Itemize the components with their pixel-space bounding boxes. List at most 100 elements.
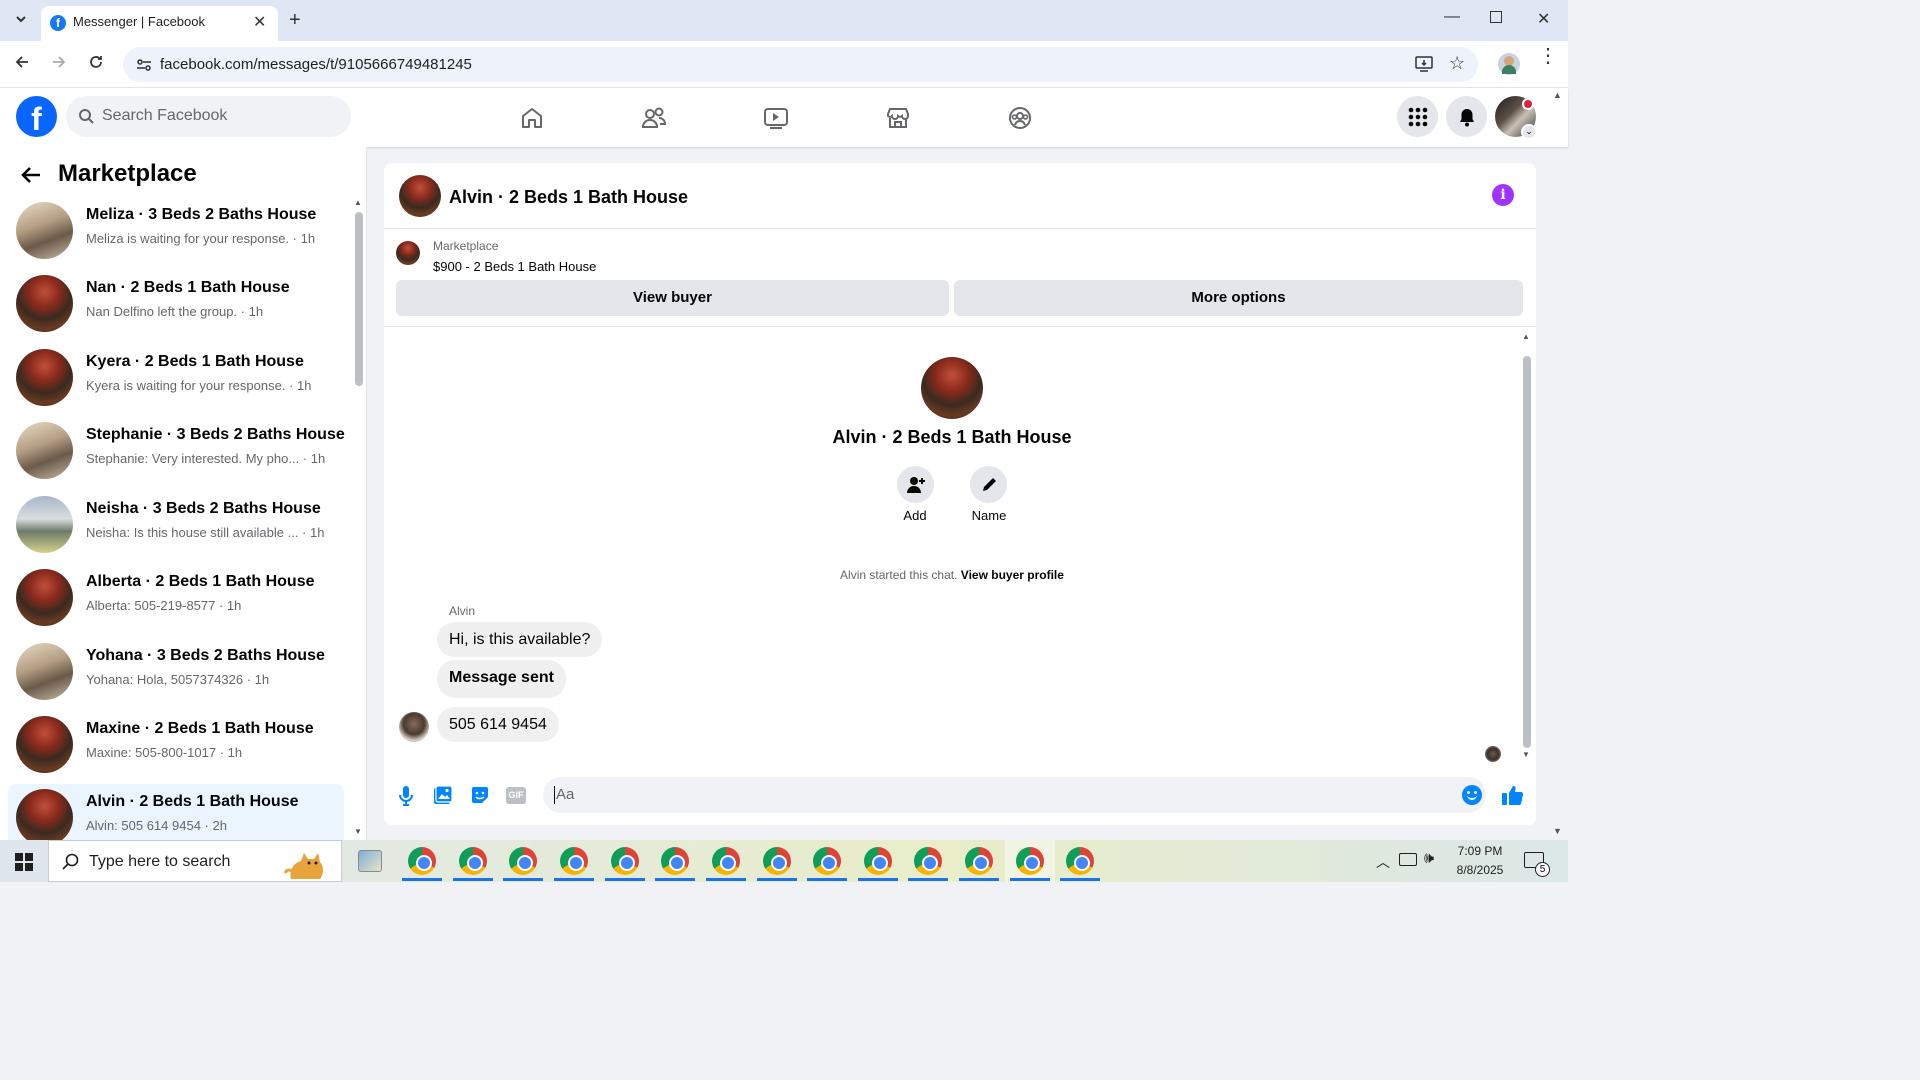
name-label[interactable]: Name — [959, 508, 1019, 523]
message-composer-input[interactable]: Aa — [543, 777, 1486, 813]
taskbar-search-box[interactable]: Type here to search — [48, 840, 342, 882]
taskbar-chrome-icon[interactable] — [560, 847, 588, 875]
forward-icon[interactable] — [43, 47, 75, 82]
info-icon[interactable]: i — [1492, 184, 1514, 206]
show-hidden-icons-chevron-icon[interactable]: ︿ — [1376, 852, 1390, 872]
conversation-item[interactable]: Kyera · 2 Beds 1 Bath House Kyera is wai… — [8, 344, 344, 414]
taskbar-chrome-icon[interactable] — [763, 847, 791, 875]
profile-avatar-icon[interactable] — [1498, 53, 1520, 75]
more-options-button[interactable]: More options — [954, 280, 1523, 316]
chat-scrollbar-thumb[interactable] — [1523, 356, 1531, 748]
chat-scroll-up-icon[interactable]: ▲ — [1522, 332, 1530, 341]
conversation-title: Nan · 2 Beds 1 Bath House — [86, 279, 290, 296]
account-chevron-icon[interactable]: ⌄ — [1521, 124, 1537, 140]
view-buyer-button[interactable]: View buyer — [396, 280, 949, 316]
windows-start-icon[interactable] — [15, 853, 33, 871]
message-bubble[interactable]: Message sent — [437, 660, 566, 698]
url-text[interactable]: facebook.com/messages/t/9105666749481245 — [160, 56, 472, 73]
conversation-title: Maxine · 2 Beds 1 Bath House — [86, 720, 314, 737]
page-scroll-down-icon[interactable]: ▼ — [1553, 826, 1562, 836]
site-settings-icon[interactable] — [136, 57, 152, 78]
conversation-title: Yohana · 3 Beds 2 Baths House — [86, 647, 325, 664]
add-label[interactable]: Add — [885, 508, 945, 523]
taskbar-chrome-icon[interactable] — [611, 847, 639, 875]
like-icon[interactable] — [1501, 783, 1525, 812]
tab-close-icon[interactable]: ✕ — [253, 12, 266, 32]
page-scroll-up-icon[interactable]: ▲ — [1553, 90, 1562, 100]
facebook-search-input[interactable]: Search Facebook — [66, 96, 351, 137]
conversation-preview: Maxine: 505-800-1017 · 1h — [86, 745, 243, 760]
facebook-favicon-icon: f — [50, 15, 66, 31]
restore-icon[interactable] — [1490, 11, 1502, 23]
back-icon[interactable] — [6, 47, 38, 82]
browser-tab-bar: f Messenger | Facebook ✕ + — ✕ — [0, 0, 1568, 41]
sidebar-scroll-up-icon[interactable]: ▲ — [354, 198, 362, 207]
sender-avatar[interactable] — [399, 712, 429, 742]
minimize-icon[interactable]: — — [1444, 8, 1460, 26]
taskbar-chrome-icon[interactable] — [914, 847, 942, 875]
nav-friends-icon[interactable] — [634, 98, 674, 138]
conversation-preview: Alvin: 505 614 9454 · 2h — [86, 818, 227, 833]
conversation-item[interactable]: Alberta · 2 Beds 1 Bath House Alberta: 5… — [8, 564, 344, 634]
taskbar-chrome-icon[interactable] — [408, 847, 436, 875]
taskbar-chrome-icon[interactable] — [459, 847, 487, 875]
conversation-item-active[interactable]: Alvin · 2 Beds 1 Bath House Alvin: 505 6… — [8, 784, 344, 840]
view-buyer-profile-link[interactable]: View buyer profile — [961, 568, 1064, 582]
gallery-icon[interactable] — [433, 785, 453, 810]
menu-grid-icon[interactable] — [1397, 96, 1438, 137]
profile-avatar[interactable] — [921, 357, 983, 419]
listing-title[interactable]: $900 - 2 Beds 1 Bath House — [433, 259, 596, 274]
conversation-item[interactable]: Maxine · 2 Beds 1 Bath House Maxine: 505… — [8, 711, 344, 781]
conversation-item[interactable]: Yohana · 3 Beds 2 Baths House Yohana: Ho… — [8, 638, 344, 708]
nav-groups-icon[interactable] — [1000, 98, 1040, 138]
sticker-icon[interactable] — [470, 785, 490, 810]
add-person-icon[interactable] — [897, 466, 934, 503]
taskbar-chrome-icon[interactable] — [813, 847, 841, 875]
conversation-item[interactable]: Neisha · 3 Beds 2 Baths House Neisha: Is… — [8, 491, 344, 561]
notifications-bell-icon[interactable] — [1446, 96, 1487, 137]
conversation-item[interactable]: Stephanie · 3 Beds 2 Baths House Stephan… — [8, 417, 345, 487]
clock-time: 7:09 PM — [1457, 844, 1503, 858]
taskbar-chrome-icon[interactable] — [509, 847, 537, 875]
pencil-icon[interactable] — [970, 466, 1007, 503]
chat-header-avatar[interactable] — [399, 175, 441, 217]
chat-scroll-down-icon[interactable]: ▼ — [1522, 750, 1530, 759]
install-app-icon[interactable] — [1415, 55, 1433, 78]
chrome-menu-kebab-icon[interactable]: ⋮ — [1538, 46, 1558, 66]
sidebar-scrollbar-thumb[interactable] — [355, 212, 363, 386]
message-bubble[interactable]: 505 614 9454 — [437, 707, 559, 742]
new-tab-plus-icon[interactable]: + — [289, 9, 301, 32]
conversation-avatar — [16, 496, 73, 553]
taskbar-clock[interactable]: 7:09 PM 8/8/2025 — [1448, 844, 1512, 877]
conversation-item[interactable]: Nan · 2 Beds 1 Bath House Nan Delfino le… — [8, 270, 344, 340]
tab-list-chevron-icon[interactable] — [5, 3, 37, 38]
back-arrow-icon[interactable] — [20, 164, 42, 191]
taskbar-chrome-icon-active[interactable] — [1016, 847, 1044, 875]
taskbar-chrome-icon[interactable] — [965, 847, 993, 875]
address-bar[interactable]: facebook.com/messages/t/9105666749481245… — [123, 47, 1478, 82]
nav-marketplace-icon[interactable] — [878, 98, 918, 138]
message-bubble[interactable]: Hi, is this available? — [437, 622, 603, 657]
nav-video-icon[interactable] — [756, 98, 796, 138]
volume-icon[interactable]: 🕪 — [1424, 850, 1434, 868]
taskbar-chrome-icon[interactable] — [661, 847, 689, 875]
conversation-item[interactable]: Meliza · 3 Beds 2 Baths House Meliza is … — [8, 197, 344, 267]
nav-home-icon[interactable] — [512, 98, 552, 138]
taskbar-chrome-icon[interactable] — [712, 847, 740, 875]
network-icon[interactable] — [1399, 853, 1417, 866]
gif-icon[interactable]: GIF — [506, 787, 526, 804]
task-view-icon[interactable] — [358, 850, 382, 872]
window-close-icon[interactable]: ✕ — [1537, 9, 1550, 29]
microphone-icon[interactable] — [398, 785, 414, 812]
taskbar-chrome-icon[interactable] — [1066, 847, 1094, 875]
reload-icon[interactable] — [80, 47, 112, 82]
taskbar-chrome-icon[interactable] — [864, 847, 892, 875]
listing-source: Marketplace — [433, 239, 499, 253]
conversation-preview: Neisha: Is this house still available ..… — [86, 525, 325, 540]
facebook-logo-icon[interactable]: f — [16, 96, 57, 137]
bookmark-star-icon[interactable]: ☆ — [1449, 53, 1465, 74]
tab-messenger[interactable]: f Messenger | Facebook ✕ — [41, 6, 278, 41]
sidebar-scroll-down-icon[interactable]: ▼ — [354, 827, 362, 836]
emoji-icon[interactable] — [1462, 785, 1482, 805]
chat-header-title[interactable]: Alvin · 2 Beds 1 Bath House — [449, 187, 688, 208]
